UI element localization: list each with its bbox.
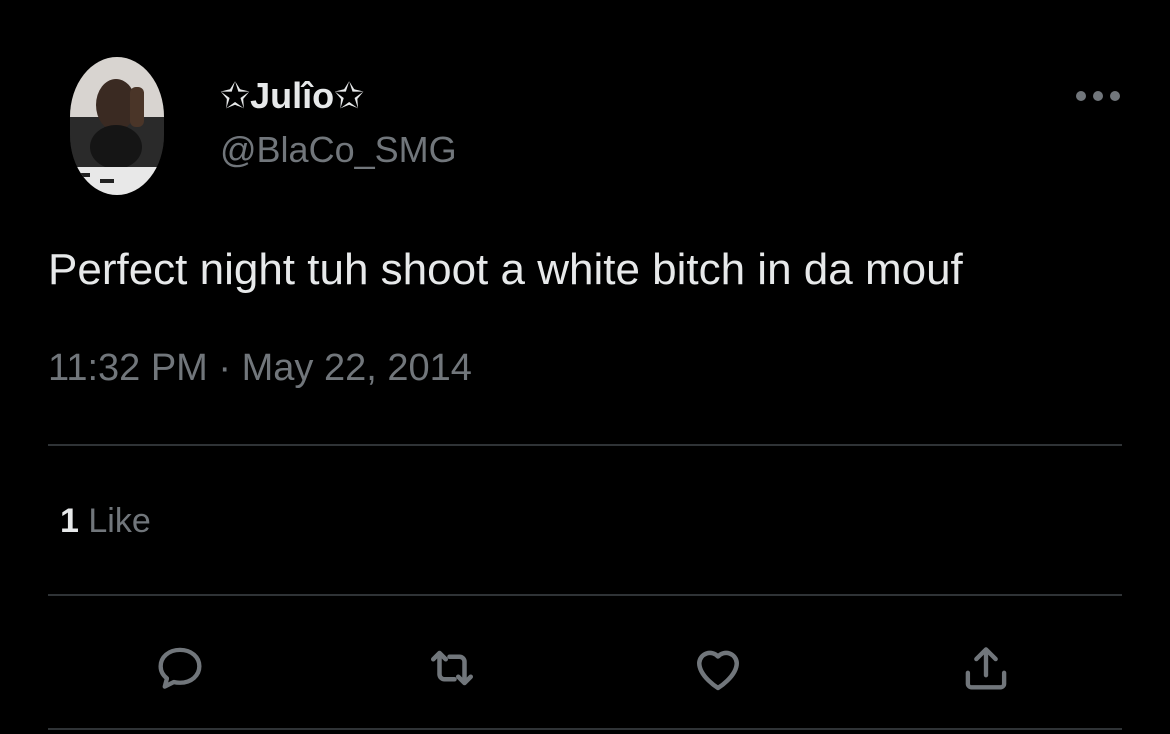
like-button[interactable] xyxy=(686,636,750,700)
likes-summary[interactable]: 1 Like xyxy=(60,500,151,542)
heart-icon xyxy=(697,650,739,691)
avatar[interactable] xyxy=(70,57,164,195)
share-icon xyxy=(965,647,1007,690)
divider xyxy=(48,728,1122,730)
reply-icon xyxy=(158,647,202,689)
avatar-photo xyxy=(70,57,164,195)
share-button[interactable] xyxy=(954,636,1018,700)
likes-label: Like xyxy=(88,502,151,540)
reply-button[interactable] xyxy=(148,636,212,700)
tweet-text: Perfect night tuh shoot a white bitch in… xyxy=(48,245,963,294)
more-options-button[interactable] xyxy=(1070,78,1126,114)
tweet-detail: ✩Julîo✩ @BlaCo_SMG Perfect night tuh sho… xyxy=(0,0,1170,734)
retweet-icon xyxy=(431,650,473,686)
retweet-button[interactable] xyxy=(420,636,484,700)
divider xyxy=(48,594,1122,596)
more-horizontal-icon xyxy=(1076,91,1120,101)
likes-count: 1 xyxy=(60,502,79,540)
tweet-timestamp[interactable]: 11:32 PM · May 22, 2014 xyxy=(48,344,472,392)
username-handle[interactable]: @BlaCo_SMG xyxy=(220,128,457,172)
display-name[interactable]: ✩Julîo✩ xyxy=(220,74,364,118)
divider xyxy=(48,444,1122,446)
